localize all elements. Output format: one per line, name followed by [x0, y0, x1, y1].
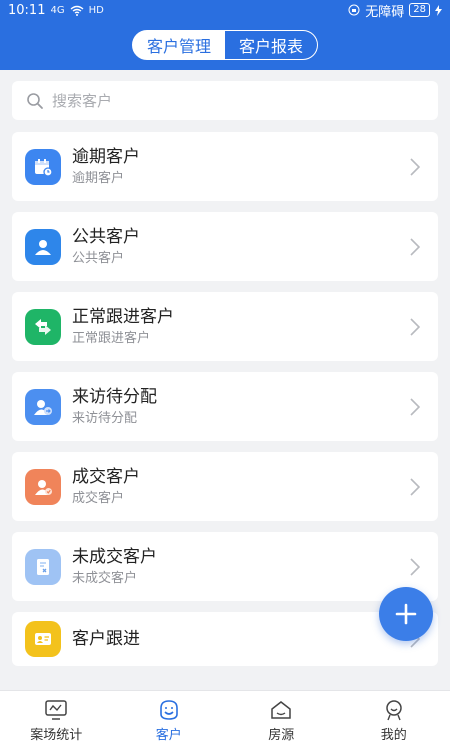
header: 客户管理 客户报表	[0, 20, 450, 70]
list-item-customer-followup[interactable]: 客户跟进	[12, 612, 438, 666]
search-icon	[27, 92, 43, 109]
item-title: 逾期客户	[72, 146, 140, 167]
nav-label: 案场统计	[30, 727, 83, 743]
list-item-visit-pending-assignment[interactable]: 来访待分配 来访待分配	[12, 372, 438, 441]
item-title: 来访待分配	[72, 386, 157, 407]
item-texts: 成交客户 成交客户	[72, 466, 140, 508]
chevron-right-icon	[410, 237, 420, 256]
user-assign-icon	[25, 388, 61, 425]
house-icon	[271, 700, 291, 719]
accessibility-label: 无障碍	[365, 4, 405, 20]
chevron-right-icon	[410, 157, 420, 176]
status-right: 无障碍 28	[348, 1, 442, 20]
calendar-icon	[25, 148, 61, 185]
smile-face-icon	[159, 699, 178, 720]
charging-icon	[435, 4, 442, 16]
profile-icon	[386, 699, 402, 720]
nav-item-site-stats[interactable]: 案场统计	[0, 691, 113, 750]
item-subtitle: 来访待分配	[72, 410, 138, 426]
search-placeholder: 搜索客户	[52, 92, 113, 110]
list-item-deal-customers[interactable]: 成交客户 成交客户	[12, 452, 438, 521]
item-title: 成交客户	[72, 466, 140, 487]
wifi-icon	[70, 5, 84, 16]
item-subtitle: 正常跟进客户	[72, 330, 151, 346]
list-item-public-customers[interactable]: 公共客户 公共客户	[12, 212, 438, 281]
chevron-right-icon	[410, 477, 420, 496]
item-title: 正常跟进客户	[72, 306, 174, 327]
item-texts: 客户跟进	[72, 628, 140, 650]
item-subtitle: 未成交客户	[72, 570, 138, 586]
item-texts: 来访待分配 来访待分配	[72, 386, 157, 428]
swap-arrows-icon	[25, 308, 61, 345]
nav-label: 客户	[155, 727, 182, 743]
customer-category-list: 逾期客户 逾期客户 公共客户 公共客户 正常跟进客户 正常跟进客户 来访待分配 …	[12, 132, 438, 677]
chevron-right-icon	[410, 397, 420, 416]
status-left: 10:11 4G HD	[8, 3, 104, 18]
item-subtitle: 公共客户	[72, 250, 125, 266]
item-texts: 正常跟进客户 正常跟进客户	[72, 306, 174, 348]
signal-label: 4G	[50, 4, 65, 16]
item-title: 客户跟进	[72, 629, 140, 649]
bottom-nav: 案场统计 客户 房源 我的	[0, 690, 450, 750]
chevron-right-icon	[410, 317, 420, 336]
item-texts: 未成交客户 未成交客户	[72, 546, 157, 588]
battery-indicator: 28	[409, 3, 430, 17]
monitor-icon	[45, 699, 67, 720]
nav-item-properties[interactable]: 房源	[225, 691, 338, 750]
chevron-right-icon	[410, 557, 420, 576]
user-deal-icon	[25, 468, 61, 505]
item-title: 未成交客户	[72, 546, 157, 567]
tab-customer-management[interactable]: 客户管理	[132, 31, 225, 59]
list-item-no-deal-customers[interactable]: 未成交客户 未成交客户	[12, 532, 438, 601]
item-subtitle: 成交客户	[72, 490, 125, 506]
person-icon	[25, 228, 61, 265]
item-texts: 公共客户 公共客户	[72, 226, 140, 268]
network-label: HD	[88, 4, 104, 16]
search-input[interactable]: 搜索客户	[12, 81, 438, 120]
item-title: 公共客户	[72, 226, 140, 247]
lock-rotation-icon	[348, 4, 360, 16]
status-time: 10:11	[8, 2, 46, 18]
nav-item-customers[interactable]: 客户	[113, 691, 226, 750]
nav-item-mine[interactable]: 我的	[338, 691, 450, 750]
nav-label: 房源	[268, 727, 295, 743]
list-item-normal-followup-customers[interactable]: 正常跟进客户 正常跟进客户	[12, 292, 438, 361]
document-x-icon	[25, 548, 61, 585]
list-item-overdue-customers[interactable]: 逾期客户 逾期客户	[12, 132, 438, 201]
plus-icon	[395, 603, 417, 625]
status-bar: 10:11 4G HD 无障碍 28	[0, 0, 450, 20]
add-button[interactable]	[379, 587, 433, 641]
item-subtitle: 逾期客户	[72, 170, 125, 186]
item-texts: 逾期客户 逾期客户	[72, 146, 140, 188]
id-card-icon	[25, 621, 61, 657]
segmented-control: 客户管理 客户报表	[131, 30, 319, 60]
nav-label: 我的	[380, 727, 407, 743]
tab-customer-report[interactable]: 客户报表	[225, 31, 318, 59]
